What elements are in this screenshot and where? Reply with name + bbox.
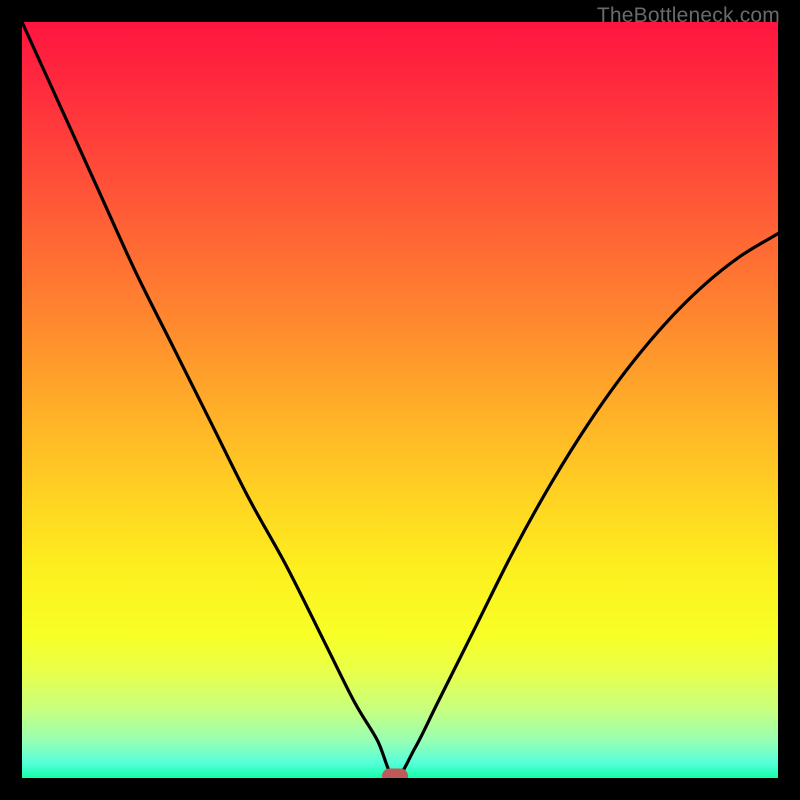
watermark-text: TheBottleneck.com	[597, 4, 780, 28]
plot-area	[22, 22, 778, 778]
bottleneck-curve	[22, 22, 778, 778]
chart-frame: TheBottleneck.com	[0, 0, 800, 800]
optimal-point-marker	[382, 769, 408, 779]
